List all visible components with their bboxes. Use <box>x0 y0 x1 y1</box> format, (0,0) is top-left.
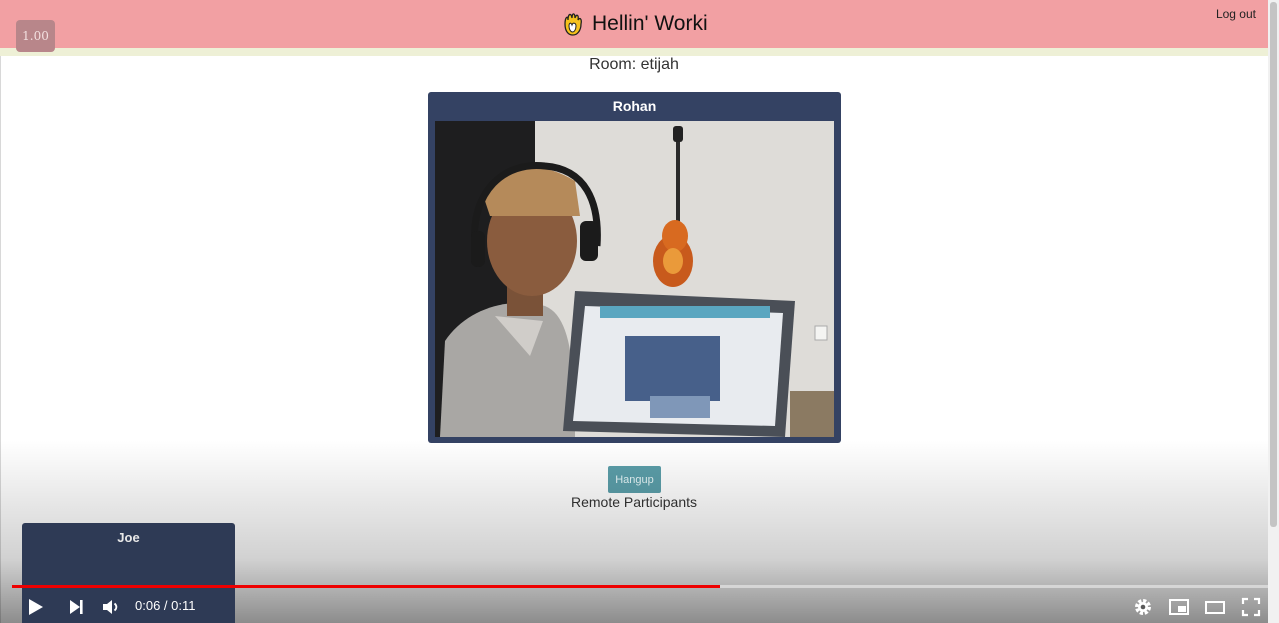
local-video-card: Rohan <box>428 92 841 443</box>
player-controls: 0:06 / 0:11 <box>0 590 1268 623</box>
settings-icon[interactable] <box>1132 596 1154 618</box>
hangup-button[interactable]: Hangup <box>608 466 661 493</box>
page-scrollbar[interactable] <box>1268 0 1279 623</box>
header-divider <box>0 48 1268 56</box>
app-title: Hellin' Worki <box>592 12 708 35</box>
remote-participants-heading: Remote Participants <box>570 494 698 510</box>
video-progress-fill <box>12 585 721 588</box>
scrollbar-thumb[interactable] <box>1270 2 1277 527</box>
flame-hand-icon <box>564 13 582 36</box>
app-header: Hellin' Worki Log out <box>0 0 1268 48</box>
playback-speed-badge: 1.00 <box>16 20 55 52</box>
play-icon[interactable] <box>24 596 46 618</box>
brand: Hellin' Worki <box>562 11 708 37</box>
next-icon[interactable] <box>65 596 87 618</box>
video-frame-illustration <box>435 121 834 437</box>
local-video-feed <box>435 121 834 437</box>
logout-link[interactable]: Log out <box>1216 7 1256 21</box>
remote-participant-name: Joe <box>117 530 140 545</box>
miniplayer-icon[interactable] <box>1168 596 1190 618</box>
time-display: 0:06 / 0:11 <box>135 598 196 613</box>
fullscreen-icon[interactable] <box>1240 596 1262 618</box>
theater-icon[interactable] <box>1204 596 1226 618</box>
video-progress-bar[interactable] <box>12 585 1268 588</box>
volume-icon[interactable] <box>100 596 122 618</box>
room-title: Room: etijah <box>589 56 679 73</box>
local-participant-name: Rohan <box>612 98 657 114</box>
